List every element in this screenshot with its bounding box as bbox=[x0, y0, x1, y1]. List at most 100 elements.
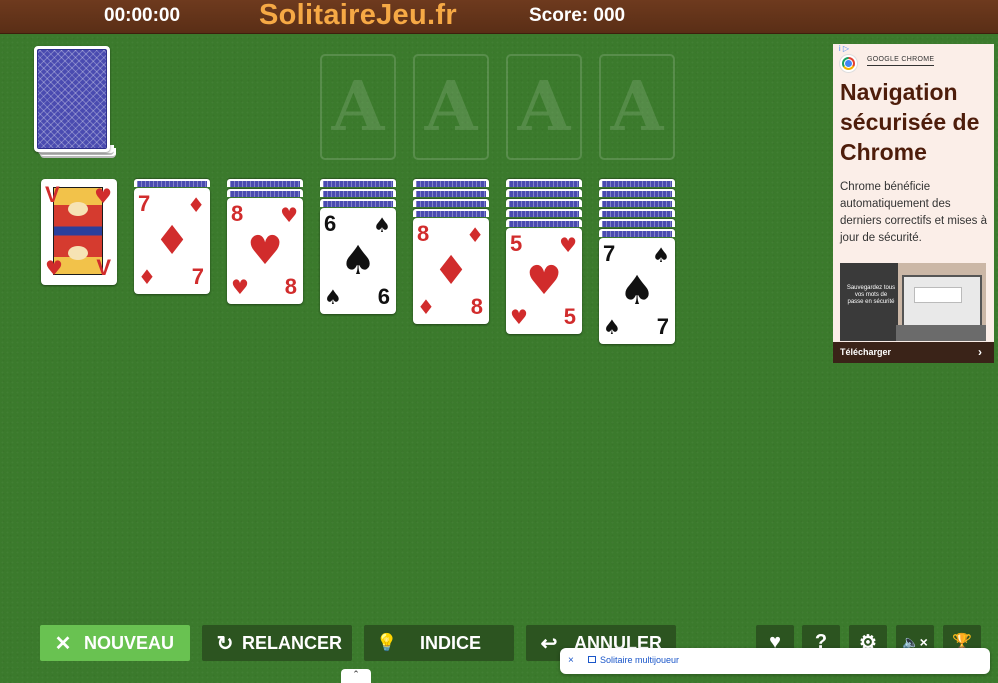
suit-center: ♠ bbox=[619, 268, 655, 314]
foundation-label: A bbox=[517, 67, 571, 147]
adchoices-icon[interactable]: i ▷ bbox=[839, 44, 849, 53]
face-down-card bbox=[413, 209, 489, 217]
tableau-card[interactable]: V ♥ ♥ V bbox=[41, 179, 117, 285]
card-rank: 7 bbox=[191, 264, 204, 289]
expand-tab-chevron-up-icon[interactable]: ⌃ bbox=[341, 669, 371, 683]
face-down-card bbox=[413, 189, 489, 197]
card-rank: 6 bbox=[324, 211, 337, 236]
chevron-right-icon: › bbox=[978, 345, 982, 359]
score: Score: 000 bbox=[529, 5, 626, 26]
suit-pip: ♦ bbox=[417, 295, 435, 319]
close-x-icon: ✕ bbox=[54, 632, 72, 655]
undo-arrow-icon: ↩ bbox=[540, 632, 558, 655]
lightbulb-icon: 💡 bbox=[376, 633, 398, 652]
suit-pip: ♠ bbox=[324, 285, 342, 309]
ad-body: Chrome bénéficie automatiquement des der… bbox=[840, 181, 987, 244]
laptop-illustration bbox=[902, 275, 982, 327]
tableau-card[interactable]: 8 ♦ ♦ ♦ 8 bbox=[413, 218, 489, 324]
ad-cta-label: Télécharger bbox=[840, 347, 892, 357]
suit-pip: ♥ bbox=[45, 256, 63, 280]
restart-button[interactable]: ↻ RELANCER bbox=[202, 625, 352, 661]
card-rank: V bbox=[45, 182, 60, 207]
suit-center: ♠ bbox=[340, 238, 376, 284]
suit-pip: ♦ bbox=[138, 265, 156, 289]
window-icon bbox=[588, 656, 596, 663]
face-down-card bbox=[599, 219, 675, 227]
hint-button[interactable]: 💡 INDICE bbox=[364, 625, 514, 661]
suit-center: ♥ bbox=[526, 258, 562, 304]
suit-center: ♥ bbox=[247, 228, 283, 274]
card-rank: 5 bbox=[563, 304, 576, 329]
toast-label[interactable]: Solitaire multijoueur bbox=[600, 655, 679, 665]
face-down-card bbox=[506, 189, 582, 197]
ad-brand: GOOGLE CHROME bbox=[867, 56, 935, 66]
card-rank: 7 bbox=[603, 241, 616, 266]
suit-pip: ♥ bbox=[510, 305, 528, 329]
face-down-card bbox=[599, 229, 675, 237]
suit-pip: ♥ bbox=[231, 275, 249, 299]
ad-cta-button[interactable]: Télécharger › bbox=[833, 342, 994, 363]
face-down-card bbox=[227, 189, 303, 197]
suit-pip: ♦ bbox=[466, 223, 484, 247]
suit-pip: ♠ bbox=[603, 315, 621, 339]
tableau-card[interactable]: 5 ♥ ♥ ♥ 5 bbox=[506, 228, 582, 334]
face-down-card bbox=[599, 209, 675, 217]
card-rank: 8 bbox=[417, 221, 430, 246]
card-rank: V bbox=[96, 255, 111, 280]
face-down-card bbox=[599, 189, 675, 197]
tableau-card[interactable]: 7 ♦ ♦ ♦ 7 bbox=[134, 188, 210, 294]
face-down-card bbox=[134, 179, 210, 187]
suit-center: ♦ bbox=[433, 248, 469, 294]
card-rank: 8 bbox=[470, 294, 483, 319]
face-down-card bbox=[320, 189, 396, 197]
card-rank: 8 bbox=[231, 201, 244, 226]
card-rank: 6 bbox=[377, 284, 390, 309]
tableau-card[interactable]: 8 ♥ ♥ ♥ 8 bbox=[227, 198, 303, 304]
suit-pip: ♥ bbox=[559, 233, 577, 257]
tableau-card[interactable]: 6 ♠ ♠ ♠ 6 bbox=[320, 208, 396, 314]
foundation-slot[interactable]: A bbox=[320, 54, 396, 160]
hint-label: INDICE bbox=[420, 632, 482, 653]
foundation-label: A bbox=[424, 67, 478, 147]
new-game-button[interactable]: ✕ NOUVEAU bbox=[40, 625, 190, 661]
card-rank: 7 bbox=[138, 191, 151, 216]
foundation-slot[interactable]: A bbox=[413, 54, 489, 160]
chrome-ad[interactable]: i ▷ GOOGLE CHROME Navigation sécurisée d… bbox=[833, 44, 994, 363]
timer: 00:00:00 bbox=[104, 5, 181, 26]
ad-image[interactable]: Sauvegardez tous vos mots de passe en sé… bbox=[840, 263, 986, 341]
chrome-logo-icon bbox=[840, 55, 857, 72]
suit-pip: ♥ bbox=[280, 203, 298, 227]
new-game-label: NOUVEAU bbox=[84, 632, 175, 653]
ad-headline[interactable]: Navigation sécurisée de Chrome bbox=[840, 77, 990, 167]
multiplayer-toast[interactable]: × Solitaire multijoueur bbox=[560, 648, 990, 674]
face-down-card bbox=[506, 199, 582, 207]
card-back-pattern bbox=[37, 49, 107, 149]
site-logo[interactable]: SolitaireJeu.fr bbox=[259, 0, 457, 32]
foundation-slot[interactable]: A bbox=[599, 54, 675, 160]
card-rank: 7 bbox=[656, 314, 669, 339]
restart-label: RELANCER bbox=[242, 632, 343, 653]
face-down-card bbox=[506, 209, 582, 217]
tableau-card[interactable]: 7 ♠ ♠ ♠ 7 bbox=[599, 238, 675, 344]
ad-image-text: Sauvegardez tous vos mots de passe en sé… bbox=[846, 285, 896, 305]
restart-icon: ↻ bbox=[216, 632, 234, 655]
face-down-card bbox=[599, 179, 675, 187]
face-down-card bbox=[413, 179, 489, 187]
keyboard-illustration bbox=[896, 325, 986, 341]
foundation-label: A bbox=[331, 67, 385, 147]
foundation-slot[interactable]: A bbox=[506, 54, 582, 160]
face-down-card bbox=[320, 179, 396, 187]
close-icon[interactable]: × bbox=[568, 655, 574, 666]
card-rank: 8 bbox=[284, 274, 297, 299]
stock-card[interactable] bbox=[34, 46, 110, 152]
top-bar: 00:00:00 SolitaireJeu.fr Score: 000 bbox=[0, 0, 998, 34]
card-rank: 5 bbox=[510, 231, 523, 256]
face-down-card bbox=[227, 179, 303, 187]
face-down-card bbox=[413, 199, 489, 207]
face-down-card bbox=[506, 179, 582, 187]
suit-pip: ♥ bbox=[94, 184, 112, 208]
foundation-label: A bbox=[610, 67, 664, 147]
suit-pip: ♦ bbox=[187, 193, 205, 217]
suit-pip: ♠ bbox=[373, 213, 391, 237]
suit-center: ♦ bbox=[154, 218, 190, 264]
